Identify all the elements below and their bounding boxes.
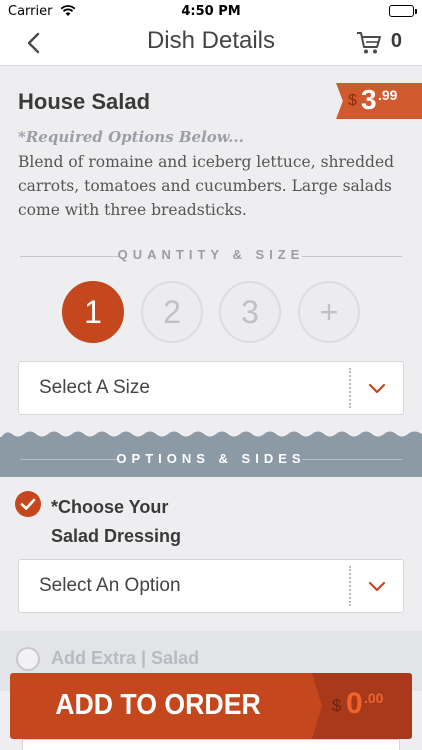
chevron-down-icon	[368, 383, 386, 394]
size-select[interactable]: Select A Size	[18, 361, 404, 415]
quantity-option-3[interactable]: 3	[219, 281, 281, 343]
next-field-peek	[22, 739, 400, 750]
dressing-select-value: Select An Option	[39, 575, 181, 596]
extra-salad-radio[interactable]	[16, 647, 40, 671]
price-whole: 3	[361, 84, 377, 115]
price-currency: $	[348, 92, 357, 109]
dressing-option-label: *Choose Your Salad Dressing	[51, 493, 181, 551]
options-sides-band: OPTIONS & SIDES	[0, 431, 422, 477]
dish-description: Blend of romaine and iceberg lettuce, sh…	[18, 153, 395, 219]
price-tag: $ 3 .99	[336, 83, 422, 119]
add-to-order-label: ADD TO ORDER	[55, 689, 261, 721]
total-currency: $	[332, 696, 342, 715]
price-cents: .99	[378, 87, 398, 103]
battery-icon	[389, 5, 417, 17]
chevron-down-icon	[368, 581, 386, 592]
dressing-checkbox[interactable]	[15, 491, 41, 517]
dressing-select[interactable]: Select An Option	[18, 559, 404, 613]
size-select-value: Select A Size	[39, 377, 150, 398]
nav-bar: Dish Details 0	[0, 22, 422, 66]
cart-count[interactable]: 0	[391, 30, 402, 53]
quantity-size-divider: QUANTITY & SIZE	[20, 247, 402, 267]
add-to-order-button[interactable]: ADD TO ORDER $ 0 .00	[10, 673, 412, 739]
quantity-size-heading: QUANTITY & SIZE	[117, 247, 305, 262]
quantity-more-button[interactable]: +	[298, 281, 360, 343]
dressing-label-line2: Salad Dressing	[51, 526, 182, 546]
dressing-label-line1: *Choose Your	[51, 497, 169, 517]
options-sides-heading: OPTIONS & SIDES	[116, 451, 306, 466]
checkmark-icon	[20, 498, 36, 510]
quantity-option-2[interactable]: 2	[141, 281, 203, 343]
cart-icon[interactable]	[356, 31, 382, 55]
select-separator	[349, 368, 351, 408]
order-total: $ 0 .00	[312, 673, 412, 739]
status-time: 4:50 PM	[181, 4, 241, 19]
select-separator	[349, 566, 351, 606]
total-whole: 0	[346, 687, 363, 720]
status-bar: Carrier 4:50 PM	[0, 0, 422, 22]
total-cents: .00	[364, 690, 384, 706]
extra-salad-label: Add Extra | Salad	[51, 648, 200, 668]
quantity-option-1[interactable]: 1	[62, 281, 124, 343]
wave-edge	[0, 431, 422, 439]
dish-name: House Salad	[18, 89, 151, 114]
required-options-note: *Required Options Below...	[18, 128, 244, 146]
